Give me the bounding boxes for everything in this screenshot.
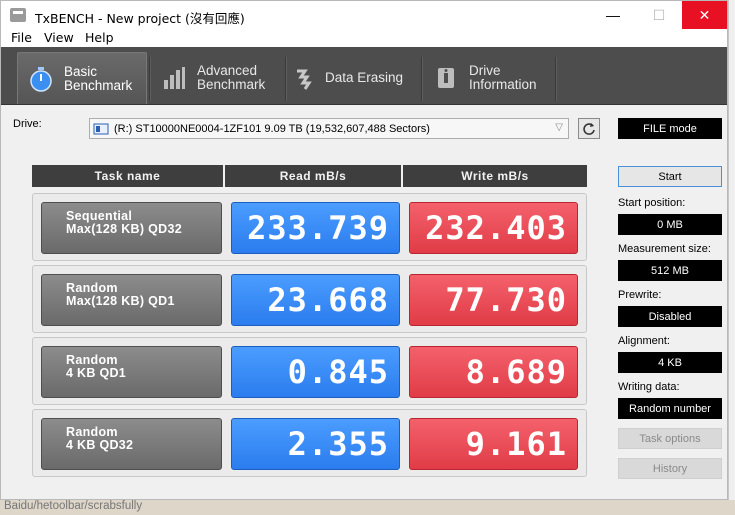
main-toolbar: Basic Benchmark Advanced Benchmark Data … xyxy=(1,47,727,105)
prewrite-label: Prewrite: xyxy=(618,289,662,301)
drive-select-value: (R:) ST10000NE0004-1ZF101 9.09 TB (19,53… xyxy=(114,122,430,135)
close-button[interactable]: ✕ xyxy=(682,1,727,29)
menu-file[interactable]: File xyxy=(11,30,32,45)
drive-info-icon xyxy=(438,68,454,88)
header-read: Read mB/s xyxy=(225,165,403,187)
task-button-seq-q32[interactable]: Sequential Max(128 KB) QD32 xyxy=(41,202,222,254)
task-button-rnd-4k-q32[interactable]: Random 4 KB QD32 xyxy=(41,418,222,470)
bar-chart-icon xyxy=(164,67,185,89)
tab-drive-information[interactable]: Drive Information xyxy=(423,52,553,104)
result-row-rnd-4k-q1: Random 4 KB QD1 0.845 8.689 xyxy=(32,337,587,405)
status-text: Baidu/hetoolbar/scrabsfully xyxy=(4,500,143,512)
read-value: 23.668 xyxy=(231,274,400,326)
menu-view[interactable]: View xyxy=(44,30,74,45)
measurement-size-value[interactable]: 512 MB xyxy=(618,260,722,281)
refresh-button[interactable] xyxy=(578,118,600,139)
tab-advanced-benchmark[interactable]: Advanced Benchmark xyxy=(151,52,283,104)
task-options-button[interactable]: Task options xyxy=(618,428,722,449)
task-name-line2: 4 KB QD32 xyxy=(66,438,134,452)
task-name-line2: Max(128 KB) QD32 xyxy=(66,222,182,236)
file-mode-button[interactable]: FILE mode xyxy=(618,118,722,139)
task-button-rnd-max-q1[interactable]: Random Max(128 KB) QD1 xyxy=(41,274,222,326)
window-title: TxBENCH - New project (沒有回應) xyxy=(35,11,245,26)
drive-select[interactable]: (R:) ST10000NE0004-1ZF101 9.09 TB (19,53… xyxy=(89,118,569,139)
maximize-button[interactable]: ☐ xyxy=(636,1,682,29)
app-icon xyxy=(10,8,26,22)
start-button[interactable]: Start xyxy=(618,166,722,187)
read-value: 2.355 xyxy=(231,418,400,470)
writing-data-value[interactable]: Random number xyxy=(618,398,722,419)
measurement-size-label: Measurement size: xyxy=(618,243,711,255)
menu-bar: File View Help xyxy=(1,29,727,47)
toolbar-separator xyxy=(555,57,557,101)
tab-data-erasing[interactable]: Data Erasing xyxy=(289,52,419,104)
eraser-icon xyxy=(297,69,312,90)
stopwatch-icon xyxy=(30,66,52,92)
read-value: 0.845 xyxy=(231,346,400,398)
start-position-label: Start position: xyxy=(618,197,686,209)
background-window-edge xyxy=(728,0,735,500)
background-status-bar: Baidu/hetoolbar/scrabsfully xyxy=(0,500,735,515)
app-window: TxBENCH - New project (沒有回應) — ☐ ✕ File … xyxy=(0,0,728,500)
menu-help[interactable]: Help xyxy=(85,30,114,45)
write-value: 232.403 xyxy=(409,202,578,254)
task-button-rnd-4k-q1[interactable]: Random 4 KB QD1 xyxy=(41,346,222,398)
result-row-seq-q32: Sequential Max(128 KB) QD32 233.739 232.… xyxy=(32,193,587,261)
tab-basic-benchmark[interactable]: Basic Benchmark xyxy=(17,52,147,104)
read-value: 233.739 xyxy=(231,202,400,254)
result-row-rnd-max-q1: Random Max(128 KB) QD1 23.668 77.730 xyxy=(32,265,587,333)
task-name-line2: Max(128 KB) QD1 xyxy=(66,294,175,308)
alignment-label: Alignment: xyxy=(618,335,670,347)
alignment-value[interactable]: 4 KB xyxy=(618,352,722,373)
tab-basic-benchmark-label: Basic Benchmark xyxy=(64,63,133,93)
drive-label: Drive: xyxy=(13,118,42,130)
writing-data-label: Writing data: xyxy=(618,381,680,393)
write-value: 77.730 xyxy=(409,274,578,326)
tab-advanced-benchmark-label: Advanced Benchmark xyxy=(197,63,266,92)
task-name-line2: 4 KB QD1 xyxy=(66,366,127,380)
tab-drive-information-label: Drive Information xyxy=(469,63,537,92)
header-task-name: Task name xyxy=(32,165,225,187)
result-row-rnd-4k-q32: Random 4 KB QD32 2.355 9.161 xyxy=(32,409,587,477)
prewrite-value[interactable]: Disabled xyxy=(618,306,722,327)
history-button[interactable]: History xyxy=(618,458,722,479)
header-write: Write mB/s xyxy=(461,169,529,183)
chevron-down-icon: ▽ xyxy=(555,122,563,133)
hard-drive-icon xyxy=(93,123,109,134)
start-position-value[interactable]: 0 MB xyxy=(618,214,722,235)
title-bar[interactable]: TxBENCH - New project (沒有回應) — ☐ ✕ xyxy=(1,1,727,29)
tab-data-erasing-label: Data Erasing xyxy=(325,70,404,85)
write-value: 9.161 xyxy=(409,418,578,470)
write-value: 8.689 xyxy=(409,346,578,398)
toolbar-separator xyxy=(285,57,287,101)
minimize-button[interactable]: — xyxy=(590,1,636,29)
refresh-icon xyxy=(583,122,595,135)
results-header: Task name Read mB/s Write mB/s xyxy=(32,165,587,187)
